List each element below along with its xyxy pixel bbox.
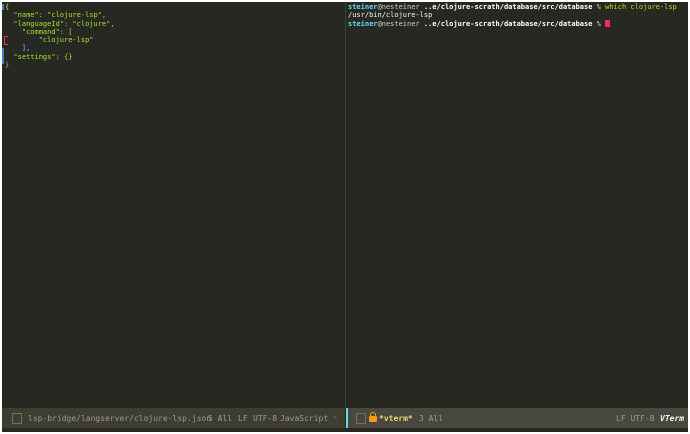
prompt-user: steiner xyxy=(348,19,378,28)
prompt-host: @nesteiner xyxy=(377,3,424,11)
command-output: /usr/bin/clojure-lsp xyxy=(348,11,433,20)
terminal-icon xyxy=(356,413,366,424)
modeline-buffer-name[interactable]: *vterm* xyxy=(379,414,413,423)
edit-icon: ✎ xyxy=(333,414,338,422)
code-line: "command": [ xyxy=(5,27,73,36)
modeline-right: *vterm* 3 All LF UTF-8 VTerm xyxy=(346,408,688,428)
prompt-user: steiner xyxy=(348,3,378,11)
modeline-eol-encoding[interactable]: LF UTF-8 xyxy=(616,414,655,423)
prompt-command: which clojure-lsp xyxy=(605,3,677,11)
prompt-symbol: % xyxy=(592,3,606,11)
fringe-indicator xyxy=(2,48,4,64)
emacs-frame: { "name": "clojure-lsp", "languageId": "… xyxy=(2,2,688,432)
prompt-symbol: % xyxy=(592,19,606,28)
modeline-major-mode[interactable]: JavaScript xyxy=(280,414,328,423)
terminal-output[interactable]: steiner@nesteiner ..e/clojure-scrath/dat… xyxy=(348,3,677,28)
file-icon xyxy=(12,413,22,424)
editor-window[interactable]: { "name": "clojure-lsp", "languageId": "… xyxy=(2,2,345,408)
modeline-line-info: 3 All xyxy=(419,414,444,423)
modeline-line-info: 5 All xyxy=(208,414,233,423)
code-line: "languageId": "clojure", xyxy=(5,19,115,28)
modeline-left: lsp-bridge/langserver/clojure-lsp.json 5… xyxy=(2,408,345,428)
prompt-line: steiner@nesteiner ..e/clojure-scrath/dat… xyxy=(348,3,677,11)
lock-icon xyxy=(369,412,377,422)
code-line: ], xyxy=(5,44,31,53)
code-line: } xyxy=(5,61,10,70)
prompt-path: ..e/clojure-scrath/database/src/database xyxy=(423,3,593,11)
modeline-eol[interactable]: LF xyxy=(238,414,248,423)
code-line: "settings": {} xyxy=(5,52,73,61)
terminal-window[interactable]: steiner@nesteiner ..e/clojure-scrath/dat… xyxy=(346,2,688,408)
code-line: "clojure-lsp" xyxy=(5,36,94,45)
fringe-indicator xyxy=(2,4,4,10)
prompt-path: ..e/clojure-scrath/database/src/database xyxy=(423,19,593,28)
code-line: "name": "clojure-lsp", xyxy=(5,11,107,20)
modeline-encoding[interactable]: UTF-8 xyxy=(253,414,277,423)
code-line: { xyxy=(5,3,10,11)
prompt-host: @nesteiner xyxy=(377,19,424,28)
modeline-major-mode[interactable]: VTerm xyxy=(660,414,684,423)
prompt-line: steiner@nesteiner ..e/clojure-scrath/dat… xyxy=(348,19,611,28)
active-window-indicator xyxy=(346,408,348,428)
terminal-cursor xyxy=(605,19,611,27)
modeline-file-name[interactable]: lsp-bridge/langserver/clojure-lsp.json xyxy=(28,414,211,423)
code-area[interactable]: { "name": "clojure-lsp", "languageId": "… xyxy=(5,3,115,69)
